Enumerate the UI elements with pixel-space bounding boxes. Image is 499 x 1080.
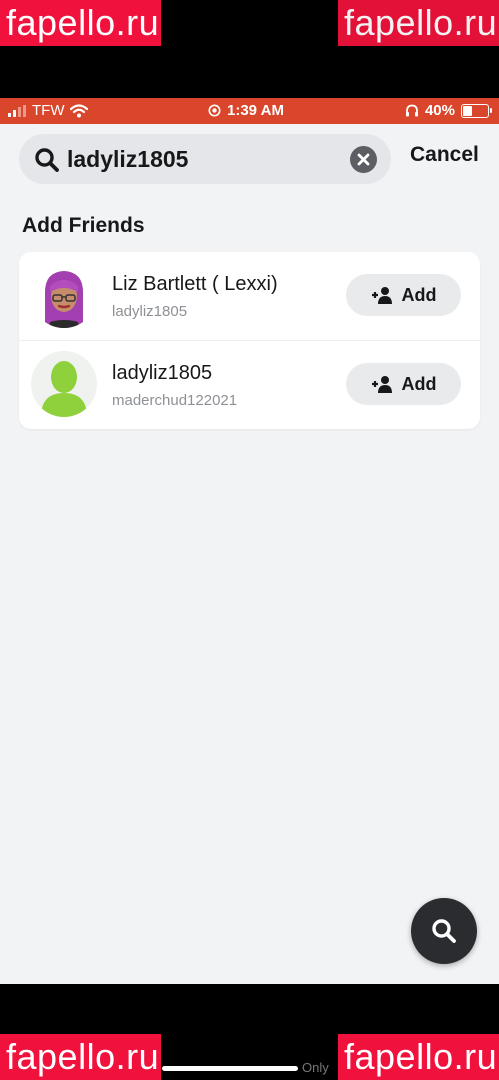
- results-card: Liz Bartlett ( Lexxi) ladyliz1805 Add la…: [19, 252, 480, 429]
- home-indicator[interactable]: [162, 1066, 298, 1071]
- default-avatar[interactable]: [31, 351, 97, 417]
- search-fab-button[interactable]: [411, 898, 477, 964]
- search-input[interactable]: ladyliz1805: [67, 134, 337, 184]
- watermark-bottom-left: fapello.ru: [0, 1034, 161, 1080]
- status-center: 1:39 AM: [208, 102, 284, 119]
- headphones-icon: [405, 104, 418, 117]
- clear-search-button[interactable]: [350, 146, 377, 173]
- bitmoji-avatar[interactable]: [31, 262, 97, 328]
- wifi-icon: [70, 103, 89, 117]
- search-icon: [35, 148, 59, 172]
- watermark-top-left: fapello.ru: [0, 0, 161, 46]
- add-friend-button[interactable]: Add: [346, 363, 461, 405]
- friend-display-name: ladyliz1805: [112, 362, 213, 384]
- friend-display-name: Liz Bartlett ( Lexxi): [112, 273, 278, 295]
- add-button-label: Add: [401, 373, 437, 394]
- user-silhouette-icon: [41, 361, 87, 417]
- battery-percent: 40%: [424, 102, 455, 119]
- add-user-icon: [371, 287, 392, 304]
- status-right: 40%: [405, 102, 492, 119]
- bitmoji-avatar-icon: [45, 271, 83, 328]
- status-bar: TFW 1:39 AM 40%: [0, 98, 499, 124]
- list-item[interactable]: ladyliz1805 maderchud122021 Add: [19, 341, 480, 429]
- section-title: Add Friends: [22, 214, 145, 237]
- search-icon: [432, 919, 456, 943]
- search-bar[interactable]: ladyliz1805: [19, 134, 391, 184]
- watermark-bottom-right: fapello.ru: [338, 1034, 499, 1080]
- add-user-icon: [371, 376, 392, 393]
- add-friend-button[interactable]: Add: [346, 274, 461, 316]
- status-left: TFW: [8, 102, 89, 119]
- clock-time: 1:39 AM: [227, 102, 284, 119]
- battery-icon: [461, 103, 492, 118]
- cancel-button[interactable]: Cancel: [410, 143, 479, 167]
- add-friends-screen: ladyliz1805 Cancel Add Friends Liz Bartl…: [0, 124, 499, 984]
- list-item[interactable]: Liz Bartlett ( Lexxi) ladyliz1805 Add: [19, 252, 480, 340]
- close-icon: [357, 153, 370, 166]
- carrier-label: TFW: [32, 102, 65, 119]
- friend-username: maderchud122021: [112, 392, 238, 409]
- bottom-caption: Only: [302, 1060, 329, 1075]
- cell-signal-icon: [8, 104, 26, 117]
- add-button-label: Add: [401, 284, 437, 305]
- friend-username: ladyliz1805: [112, 303, 188, 320]
- location-ring-icon: [208, 104, 221, 117]
- watermark-top-right: fapello.ru: [338, 0, 499, 46]
